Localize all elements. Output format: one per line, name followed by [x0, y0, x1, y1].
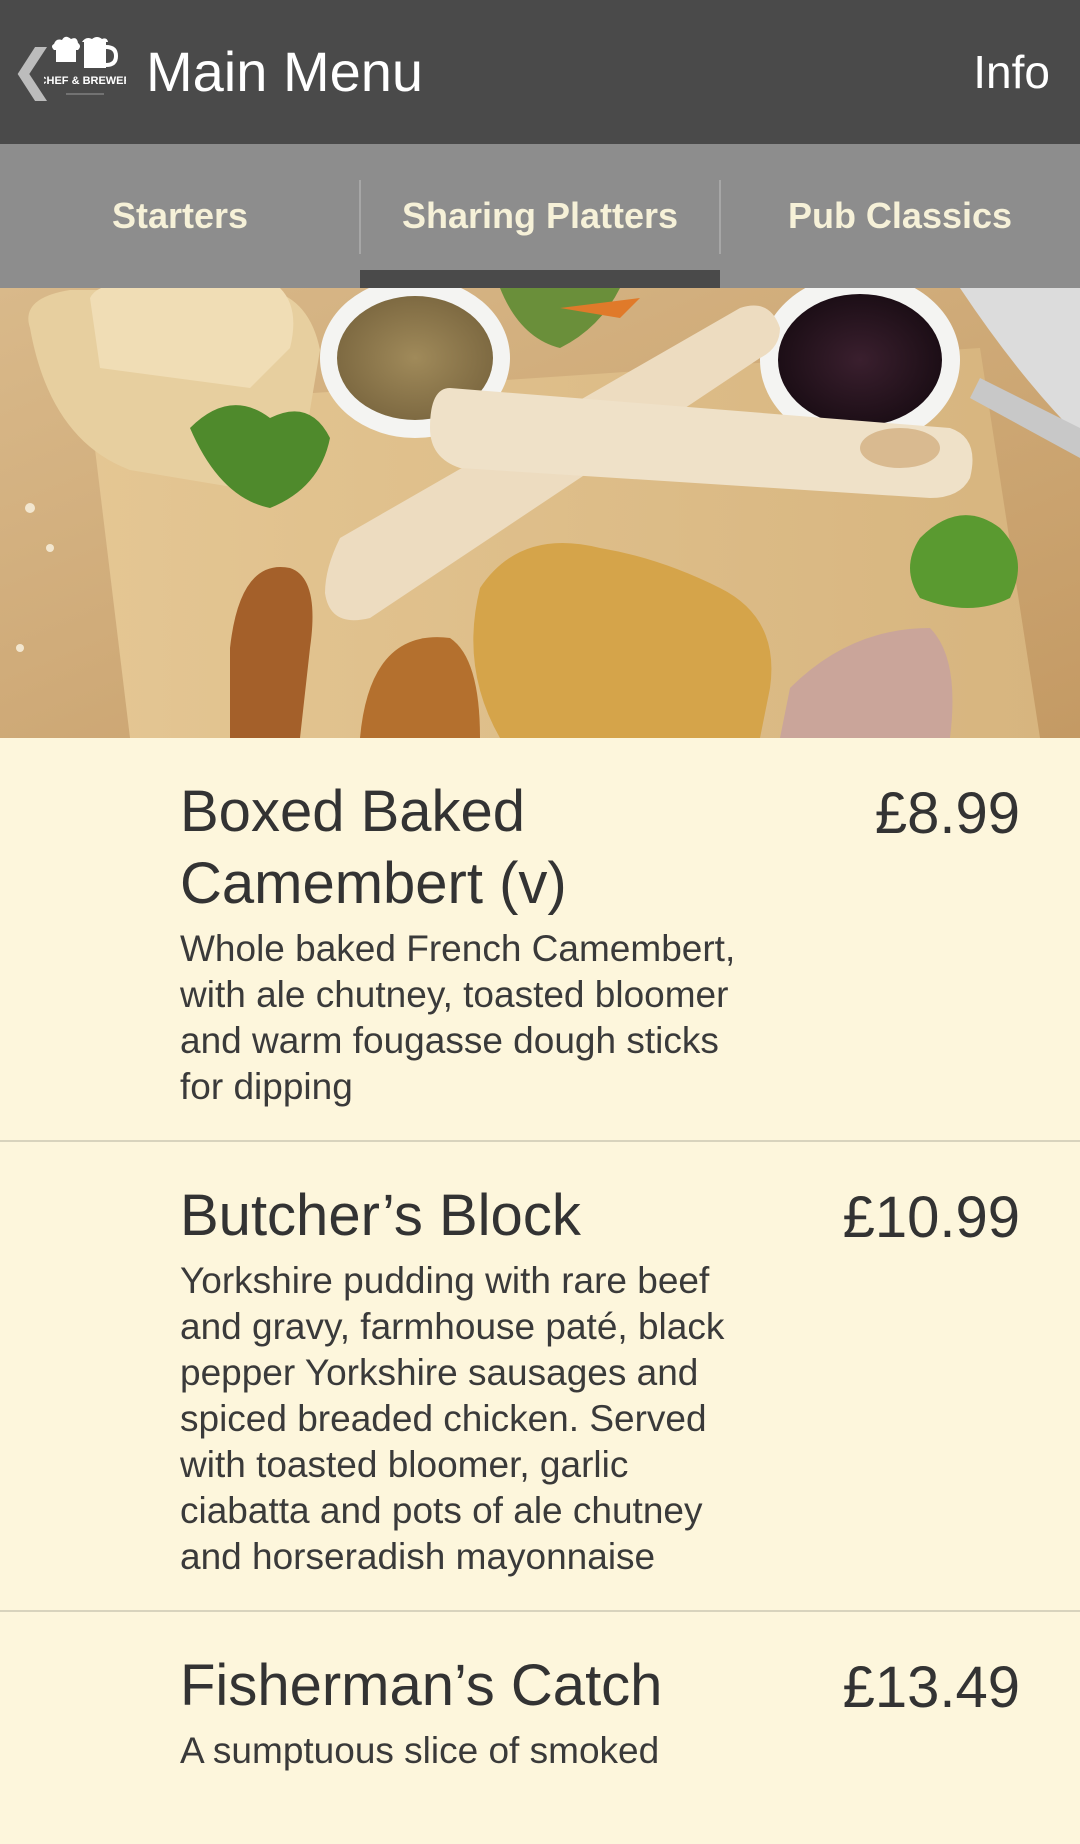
menu-list: Boxed Baked Camembert (v) £8.99 Whole ba…	[0, 738, 1080, 1844]
logo-text: CHEF & BREWER	[44, 75, 126, 87]
item-description: Whole baked French Camembert, with ale c…	[180, 928, 736, 1107]
item-price: £13.49	[842, 1655, 1020, 1720]
back-chevron-icon[interactable]: ❮	[10, 42, 55, 98]
tab-pub-classics[interactable]: Pub Classics	[720, 144, 1080, 288]
tab-label: Sharing Platters	[401, 195, 679, 236]
item-name: Boxed Baked Camembert (v)	[180, 779, 567, 916]
tab-sharing-platters[interactable]: Sharing Platters	[360, 144, 720, 288]
chef-and-brewer-logo: CHEF & BREWER	[39, 36, 131, 108]
item-name: Fisherman’s Catch	[180, 1653, 663, 1718]
menu-item[interactable]: Fisherman’s Catch £13.49 A sumptuous sli…	[0, 1612, 1080, 1804]
tab-label: Pub Classics	[787, 195, 1013, 236]
selected-tab-indicator	[360, 270, 720, 288]
item-price: £10.99	[842, 1185, 1020, 1250]
item-description: Yorkshire pudding with rare beef and gra…	[180, 1260, 725, 1577]
tab-divider	[359, 180, 361, 254]
menu-item[interactable]: Butcher’s Block £10.99 Yorkshire pudding…	[0, 1142, 1080, 1612]
page-title: Main Menu	[146, 40, 424, 103]
item-price: £8.99	[874, 781, 1020, 846]
info-button[interactable]: Info	[973, 44, 1050, 100]
menu-item[interactable]: Boxed Baked Camembert (v) £8.99 Whole ba…	[0, 738, 1080, 1142]
tab-starters[interactable]: Starters	[0, 144, 360, 288]
app-bar: ❮ CHEF & BREWER Main Menu Info	[0, 0, 1080, 144]
item-name: Butcher’s Block	[180, 1183, 581, 1248]
tab-label: Starters	[111, 195, 249, 236]
sharing-platter-photo	[0, 288, 1080, 738]
category-tabs: Starters Sharing Platters Pub Classics	[0, 144, 1080, 288]
tab-divider	[719, 180, 721, 254]
item-description: A sumptuous slice of smoked	[180, 1730, 660, 1771]
